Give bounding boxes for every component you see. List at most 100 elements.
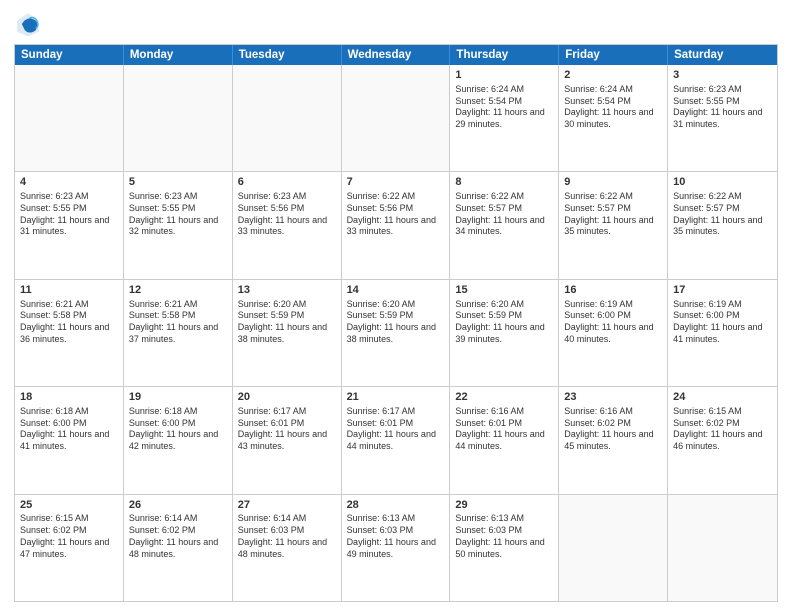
sunset-text: Sunset: 5:57 PM [455,203,553,215]
daylight-text: Daylight: 11 hours and 40 minutes. [564,322,662,345]
sunset-text: Sunset: 6:01 PM [455,418,553,430]
day-cell-19: 19Sunrise: 6:18 AMSunset: 6:00 PMDayligh… [124,387,233,493]
sunrise-text: Sunrise: 6:17 AM [347,406,445,418]
daylight-text: Daylight: 11 hours and 42 minutes. [129,429,227,452]
sunset-text: Sunset: 5:56 PM [347,203,445,215]
daylight-text: Daylight: 11 hours and 33 minutes. [238,215,336,238]
sunrise-text: Sunrise: 6:23 AM [20,191,118,203]
day-cell-16: 16Sunrise: 6:19 AMSunset: 6:00 PMDayligh… [559,280,668,386]
day-cell-17: 17Sunrise: 6:19 AMSunset: 6:00 PMDayligh… [668,280,777,386]
day-number: 15 [455,283,553,298]
daylight-text: Daylight: 11 hours and 31 minutes. [20,215,118,238]
day-cell-15: 15Sunrise: 6:20 AMSunset: 5:59 PMDayligh… [450,280,559,386]
day-cell-6: 6Sunrise: 6:23 AMSunset: 5:56 PMDaylight… [233,172,342,278]
daylight-text: Daylight: 11 hours and 31 minutes. [673,107,772,130]
header [14,10,778,38]
day-cell-11: 11Sunrise: 6:21 AMSunset: 5:58 PMDayligh… [15,280,124,386]
week-row-3: 18Sunrise: 6:18 AMSunset: 6:00 PMDayligh… [15,387,777,494]
sunrise-text: Sunrise: 6:23 AM [129,191,227,203]
day-cell-13: 13Sunrise: 6:20 AMSunset: 5:59 PMDayligh… [233,280,342,386]
sunrise-text: Sunrise: 6:23 AM [238,191,336,203]
daylight-text: Daylight: 11 hours and 46 minutes. [673,429,772,452]
day-number: 10 [673,175,772,190]
day-cell-7: 7Sunrise: 6:22 AMSunset: 5:56 PMDaylight… [342,172,451,278]
sunset-text: Sunset: 5:54 PM [455,96,553,108]
calendar: SundayMondayTuesdayWednesdayThursdayFrid… [14,44,778,602]
sunrise-text: Sunrise: 6:21 AM [129,299,227,311]
sunrise-text: Sunrise: 6:17 AM [238,406,336,418]
daylight-text: Daylight: 11 hours and 39 minutes. [455,322,553,345]
day-cell-24: 24Sunrise: 6:15 AMSunset: 6:02 PMDayligh… [668,387,777,493]
day-number: 27 [238,498,336,513]
daylight-text: Daylight: 11 hours and 48 minutes. [238,537,336,560]
week-row-4: 25Sunrise: 6:15 AMSunset: 6:02 PMDayligh… [15,495,777,601]
day-cell-14: 14Sunrise: 6:20 AMSunset: 5:59 PMDayligh… [342,280,451,386]
day-number: 11 [20,283,118,298]
daylight-text: Daylight: 11 hours and 41 minutes. [20,429,118,452]
sunset-text: Sunset: 6:02 PM [129,525,227,537]
day-cell-21: 21Sunrise: 6:17 AMSunset: 6:01 PMDayligh… [342,387,451,493]
sunset-text: Sunset: 5:57 PM [673,203,772,215]
sunset-text: Sunset: 5:58 PM [129,310,227,322]
day-number: 3 [673,68,772,83]
day-number: 5 [129,175,227,190]
day-cell-5: 5Sunrise: 6:23 AMSunset: 5:55 PMDaylight… [124,172,233,278]
sunset-text: Sunset: 5:56 PM [238,203,336,215]
daylight-text: Daylight: 11 hours and 49 minutes. [347,537,445,560]
sunrise-text: Sunrise: 6:24 AM [455,84,553,96]
day-number: 7 [347,175,445,190]
day-cell-23: 23Sunrise: 6:16 AMSunset: 6:02 PMDayligh… [559,387,668,493]
day-number: 22 [455,390,553,405]
daylight-text: Daylight: 11 hours and 38 minutes. [238,322,336,345]
header-cell-sunday: Sunday [15,45,124,65]
day-number: 19 [129,390,227,405]
sunset-text: Sunset: 6:00 PM [673,310,772,322]
sunrise-text: Sunrise: 6:20 AM [455,299,553,311]
week-row-1: 4Sunrise: 6:23 AMSunset: 5:55 PMDaylight… [15,172,777,279]
daylight-text: Daylight: 11 hours and 41 minutes. [673,322,772,345]
sunrise-text: Sunrise: 6:15 AM [20,513,118,525]
sunset-text: Sunset: 6:01 PM [238,418,336,430]
sunrise-text: Sunrise: 6:24 AM [564,84,662,96]
day-cell-empty [342,65,451,171]
day-number: 18 [20,390,118,405]
day-cell-10: 10Sunrise: 6:22 AMSunset: 5:57 PMDayligh… [668,172,777,278]
sunset-text: Sunset: 5:59 PM [238,310,336,322]
sunrise-text: Sunrise: 6:16 AM [455,406,553,418]
sunset-text: Sunset: 6:00 PM [564,310,662,322]
day-cell-22: 22Sunrise: 6:16 AMSunset: 6:01 PMDayligh… [450,387,559,493]
daylight-text: Daylight: 11 hours and 37 minutes. [129,322,227,345]
sunrise-text: Sunrise: 6:20 AM [347,299,445,311]
day-number: 13 [238,283,336,298]
sunset-text: Sunset: 5:55 PM [673,96,772,108]
day-number: 14 [347,283,445,298]
sunset-text: Sunset: 6:02 PM [20,525,118,537]
day-number: 8 [455,175,553,190]
day-number: 23 [564,390,662,405]
day-cell-empty [15,65,124,171]
day-number: 4 [20,175,118,190]
header-cell-thursday: Thursday [450,45,559,65]
sunset-text: Sunset: 5:55 PM [20,203,118,215]
day-cell-8: 8Sunrise: 6:22 AMSunset: 5:57 PMDaylight… [450,172,559,278]
day-number: 20 [238,390,336,405]
day-cell-empty [668,495,777,601]
day-cell-9: 9Sunrise: 6:22 AMSunset: 5:57 PMDaylight… [559,172,668,278]
day-number: 1 [455,68,553,83]
sunrise-text: Sunrise: 6:19 AM [673,299,772,311]
day-cell-29: 29Sunrise: 6:13 AMSunset: 6:03 PMDayligh… [450,495,559,601]
daylight-text: Daylight: 11 hours and 48 minutes. [129,537,227,560]
sunrise-text: Sunrise: 6:18 AM [129,406,227,418]
header-cell-saturday: Saturday [668,45,777,65]
day-cell-4: 4Sunrise: 6:23 AMSunset: 5:55 PMDaylight… [15,172,124,278]
daylight-text: Daylight: 11 hours and 33 minutes. [347,215,445,238]
sunset-text: Sunset: 5:59 PM [347,310,445,322]
logo-icon [14,10,42,38]
day-cell-20: 20Sunrise: 6:17 AMSunset: 6:01 PMDayligh… [233,387,342,493]
daylight-text: Daylight: 11 hours and 38 minutes. [347,322,445,345]
sunrise-text: Sunrise: 6:22 AM [673,191,772,203]
sunset-text: Sunset: 5:58 PM [20,310,118,322]
sunset-text: Sunset: 5:54 PM [564,96,662,108]
sunrise-text: Sunrise: 6:16 AM [564,406,662,418]
daylight-text: Daylight: 11 hours and 36 minutes. [20,322,118,345]
